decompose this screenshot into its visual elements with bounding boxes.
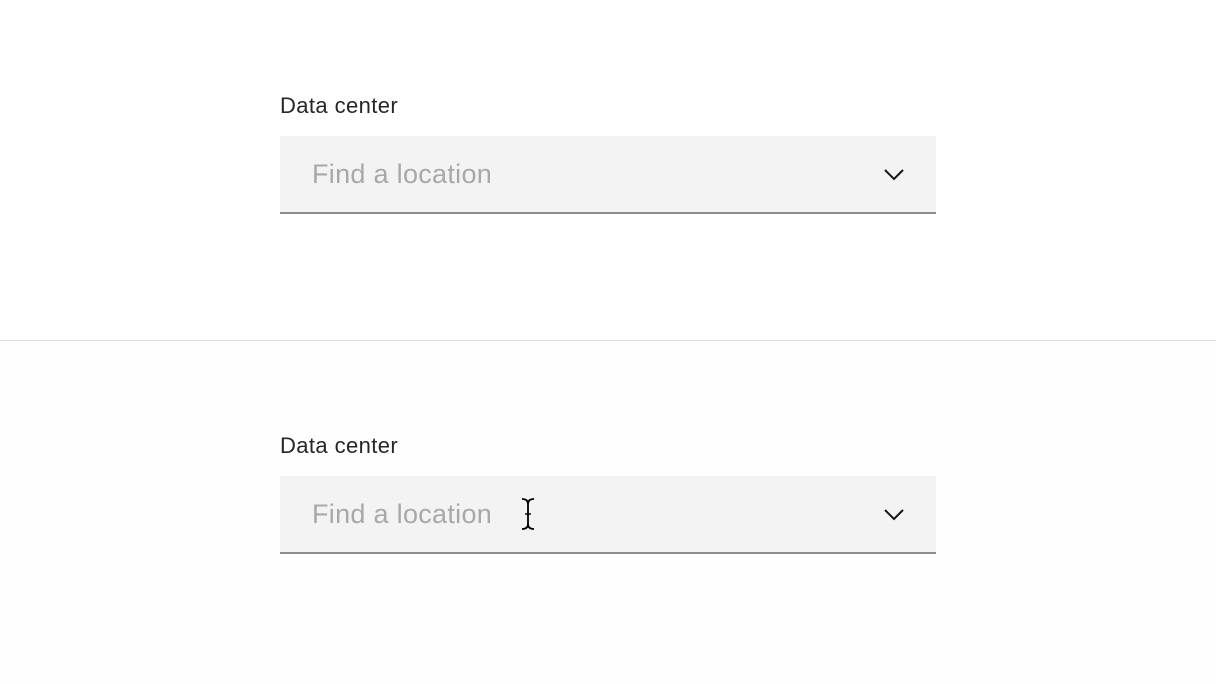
text-cursor-icon xyxy=(521,498,535,530)
top-example-panel: Data center xyxy=(0,0,1216,341)
bottom-example-panel: Data center xyxy=(0,342,1216,684)
location-search-input[interactable] xyxy=(280,476,840,552)
combobox[interactable] xyxy=(280,136,936,214)
section-divider xyxy=(0,340,1216,341)
location-search-input[interactable] xyxy=(280,136,840,212)
chevron-down-icon[interactable] xyxy=(882,502,906,526)
combobox-field: Data center xyxy=(280,432,936,554)
field-label: Data center xyxy=(280,93,399,118)
combobox-field: Data center xyxy=(280,92,936,214)
combobox[interactable] xyxy=(280,476,936,554)
field-label: Data center xyxy=(280,433,399,458)
chevron-down-icon[interactable] xyxy=(882,162,906,186)
